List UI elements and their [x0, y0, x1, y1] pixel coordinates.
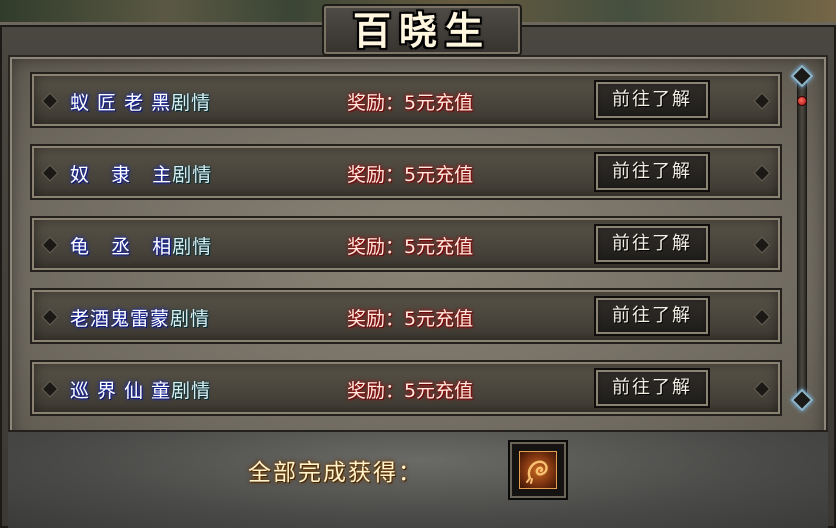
go-learn-button[interactable]: 前往了解: [594, 224, 710, 264]
quest-reward: 奖励：5元充值: [347, 164, 474, 186]
diamond-ornament-icon: [41, 308, 59, 326]
quest-row: 巡 界 仙 童剧情 奖励：5元充值 前往了解: [30, 360, 782, 416]
completion-label: 全部完成获得：: [248, 460, 423, 486]
diamond-ornament-icon: [753, 236, 771, 254]
diamond-ornament-icon: [41, 380, 59, 398]
quest-reward: 奖励：5元充值: [347, 92, 474, 114]
diamond-ornament-icon: [753, 308, 771, 326]
quest-name: 龟 丞 相剧情: [70, 236, 213, 258]
quest-name: 奴 隶 主剧情: [70, 164, 213, 186]
quest-row: 老酒鬼雷蒙剧情 奖励：5元充值 前往了解: [30, 288, 782, 344]
go-learn-button[interactable]: 前往了解: [594, 296, 710, 336]
diamond-ornament-icon: [41, 236, 59, 254]
quest-name: 蚁 匠 老 黑剧情: [70, 92, 212, 114]
dragon-emblem-icon: [519, 451, 557, 489]
scrollbar-track[interactable]: [797, 72, 807, 402]
window-title: 百晓生: [352, 8, 491, 53]
quest-row: 奴 隶 主剧情 奖励：5元充值 前往了解: [30, 144, 782, 200]
quest-name: 巡 界 仙 童剧情: [70, 380, 212, 402]
quest-reward: 奖励：5元充值: [347, 236, 474, 258]
game-screen: 百晓生 蚁 匠 老 黑剧情 奖励：5元充值 前往了解 奴 隶 主剧情 奖励：5元…: [0, 0, 836, 528]
go-learn-button[interactable]: 前往了解: [594, 152, 710, 192]
scrollbar-thumb[interactable]: [797, 96, 807, 106]
quest-reward: 奖励：5元充值: [347, 308, 474, 330]
quest-reward: 奖励：5元充值: [347, 380, 474, 402]
window-title-plate: 百晓生: [322, 4, 522, 56]
diamond-ornament-icon: [753, 380, 771, 398]
diamond-ornament-icon: [41, 164, 59, 182]
diamond-ornament-icon: [753, 92, 771, 110]
quest-row: 蚁 匠 老 黑剧情 奖励：5元充值 前往了解: [30, 72, 782, 128]
diamond-ornament-icon: [753, 164, 771, 182]
quest-row: 龟 丞 相剧情 奖励：5元充值 前往了解: [30, 216, 782, 272]
reward-item-slot[interactable]: [508, 440, 568, 500]
go-learn-button[interactable]: 前往了解: [594, 80, 710, 120]
go-learn-button[interactable]: 前往了解: [594, 368, 710, 408]
quest-name: 老酒鬼雷蒙剧情: [70, 308, 211, 330]
diamond-ornament-icon: [41, 92, 59, 110]
